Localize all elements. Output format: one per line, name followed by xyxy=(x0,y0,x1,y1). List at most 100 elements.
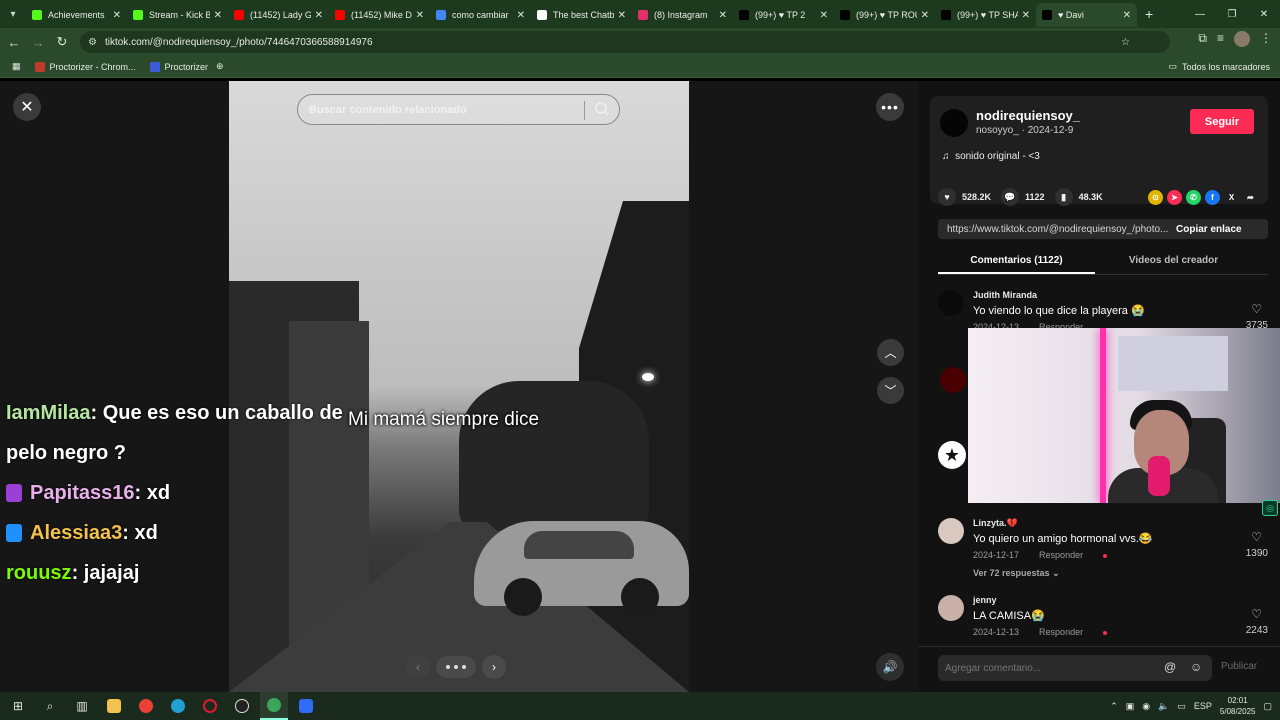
close-tab-icon[interactable]: ✕ xyxy=(113,10,121,21)
more-options-button[interactable]: ••• xyxy=(876,93,904,121)
share-icon[interactable]: ➦ xyxy=(1243,190,1258,205)
close-tab-icon[interactable]: ✕ xyxy=(517,10,525,21)
browser-tab[interactable]: como cambiar ✕ xyxy=(430,3,531,27)
close-tab-icon[interactable]: ✕ xyxy=(921,10,929,21)
follow-button[interactable]: Seguir xyxy=(1190,109,1254,134)
comment-like-icon[interactable]: ♡ xyxy=(1251,302,1262,316)
menu-icon[interactable]: ⋮ xyxy=(1260,31,1272,47)
search-icon[interactable]: ⌕ xyxy=(36,692,64,720)
app-blue-icon[interactable] xyxy=(292,692,320,720)
commenter-avatar[interactable] xyxy=(938,290,964,316)
chrome-green-icon[interactable] xyxy=(260,692,288,720)
close-tab-icon[interactable]: ✕ xyxy=(1022,10,1030,21)
x-icon[interactable]: X xyxy=(1224,190,1239,205)
like-button[interactable]: ♥ 528.2K xyxy=(938,188,991,206)
minimize-icon[interactable]: — xyxy=(1184,0,1216,28)
apps-icon[interactable]: ▦ xyxy=(12,61,21,72)
star-icon[interactable]: ★ xyxy=(938,441,966,469)
volume-icon[interactable]: 🔈 xyxy=(1158,701,1169,712)
commenter-avatar[interactable] xyxy=(938,518,964,544)
browser-tab[interactable]: (99+) ♥ TP ROU ✕ xyxy=(834,3,935,27)
prev-photo-button[interactable]: ‹ xyxy=(406,655,430,679)
browser-tab[interactable]: (11452) Mike D ✕ xyxy=(329,3,430,27)
close-tab-icon[interactable]: ✕ xyxy=(416,10,424,21)
tray-icon[interactable]: ▣ xyxy=(1126,701,1135,712)
obs-icon[interactable] xyxy=(228,692,256,720)
author-avatar[interactable] xyxy=(940,109,968,137)
tab-search-icon[interactable]: ▾ xyxy=(0,0,26,28)
close-tab-icon[interactable]: ✕ xyxy=(315,10,323,21)
facebook-icon[interactable]: f xyxy=(1205,189,1220,205)
reply-button[interactable]: Responder xyxy=(1039,550,1083,560)
post-photo[interactable] xyxy=(229,81,689,692)
whatsapp-icon[interactable]: ✆ xyxy=(1186,189,1201,205)
browser-tab[interactable]: Stream - Kick B ✕ xyxy=(127,3,228,27)
sound-link[interactable]: ♫ sonido original - <3 xyxy=(942,151,1040,162)
globe-icon[interactable]: ⊕ xyxy=(216,61,224,72)
profile-avatar[interactable] xyxy=(1234,31,1250,47)
publish-button[interactable]: Publicar xyxy=(1221,661,1257,672)
browser-tab[interactable]: (99+) ♥ TP SHA ✕ xyxy=(935,3,1036,27)
commenter-avatar[interactable] xyxy=(938,595,964,621)
media-icon[interactable]: ≡ xyxy=(1217,31,1224,47)
browser-tab[interactable]: Achievements ✕ xyxy=(26,3,127,27)
next-photo-button[interactable]: › xyxy=(482,655,506,679)
previous-post-button[interactable]: ︿ xyxy=(877,339,904,366)
chrome-icon[interactable] xyxy=(132,692,160,720)
edge-icon[interactable] xyxy=(164,692,192,720)
new-tab-button[interactable]: + xyxy=(1145,6,1153,22)
close-tab-icon[interactable]: ✕ xyxy=(820,10,828,21)
windows-start-icon[interactable]: ⊞ xyxy=(4,692,32,720)
opera-icon[interactable] xyxy=(196,692,224,720)
bookmark-star-icon[interactable]: ☆ xyxy=(1121,37,1130,48)
forward-icon[interactable]: → xyxy=(26,30,50,54)
related-search-input[interactable]: Buscar contenido relacionado xyxy=(297,94,620,125)
back-icon[interactable]: ← xyxy=(2,30,26,54)
volume-button[interactable]: 🔊 xyxy=(876,653,904,681)
comments-button[interactable]: 💬 1122 xyxy=(1001,188,1045,206)
network-icon[interactable]: ◉ xyxy=(1142,701,1150,712)
clock[interactable]: 02:01 5/08/2025 xyxy=(1220,695,1256,717)
browser-tab[interactable]: The best Chatb ✕ xyxy=(531,3,632,27)
reload-icon[interactable]: ↻ xyxy=(50,30,74,54)
close-viewer-button[interactable]: ✕ xyxy=(13,93,41,121)
site-info-icon[interactable]: ⚙ xyxy=(88,37,97,48)
all-bookmarks[interactable]: ▭ Todos los marcadores xyxy=(1168,61,1270,72)
close-tab-icon[interactable]: ✕ xyxy=(618,10,626,21)
comment-like-icon[interactable]: ♡ xyxy=(1251,607,1262,621)
comment-like-icon[interactable]: ♡ xyxy=(1251,530,1262,544)
browser-tab[interactable]: (99+) ♥ TP 2 ✕ xyxy=(733,3,834,27)
close-tab-icon[interactable]: ✕ xyxy=(214,10,222,21)
extensions-icon[interactable]: ⧉ xyxy=(1198,31,1207,47)
view-replies-button[interactable]: Ver 72 respuestas ⌄ xyxy=(973,568,1060,579)
embed-icon[interactable]: ⊙ xyxy=(1148,189,1163,205)
language-indicator[interactable]: ESP xyxy=(1194,701,1212,711)
task-view-icon[interactable]: ▥ xyxy=(68,692,96,720)
notifications-icon[interactable]: ▢ xyxy=(1263,701,1272,712)
browser-tab[interactable]: ♥ Davi ✕ xyxy=(1036,3,1137,27)
url-field[interactable]: ⚙ tiktok.com/@nodirequiensoy_/photo/7446… xyxy=(80,31,1170,53)
search-icon[interactable] xyxy=(594,101,610,120)
close-window-icon[interactable]: ✕ xyxy=(1248,0,1280,28)
mention-icon[interactable]: @ xyxy=(1164,660,1176,674)
bookmark-proctorizer-chrome[interactable]: Proctorizer - Chrom... xyxy=(34,61,136,72)
next-post-button[interactable]: ﹀ xyxy=(877,377,904,404)
extension-overlay-icon[interactable]: ◎ xyxy=(1262,500,1278,516)
send-icon[interactable]: ➤ xyxy=(1167,189,1182,205)
file-explorer-icon[interactable] xyxy=(100,692,128,720)
save-button[interactable]: ▮ 48.3K xyxy=(1054,188,1103,206)
tab-creator-videos[interactable]: Videos del creador xyxy=(1095,251,1252,274)
restore-icon[interactable]: ❐ xyxy=(1216,0,1248,28)
close-tab-icon[interactable]: ✕ xyxy=(719,10,727,21)
tab-comments[interactable]: Comentarios (1122) xyxy=(938,251,1095,274)
battery-icon[interactable]: ▭ xyxy=(1177,701,1186,712)
browser-tab[interactable]: (11452) Lady G ✕ xyxy=(228,3,329,27)
reply-button[interactable]: Responder xyxy=(1039,627,1083,637)
browser-tab[interactable]: (8) Instagram ✕ xyxy=(632,3,733,27)
close-tab-icon[interactable]: ✕ xyxy=(1123,10,1131,21)
author-username[interactable]: nodirequiensoy_ xyxy=(976,108,1080,123)
bookmark-proctorizer[interactable]: Proctorizer xyxy=(149,61,208,72)
copy-link-button[interactable]: Copiar enlace xyxy=(1176,224,1242,235)
chevron-up-icon[interactable]: ⌃ xyxy=(1110,701,1118,712)
emoji-icon[interactable]: ☺ xyxy=(1190,660,1202,674)
